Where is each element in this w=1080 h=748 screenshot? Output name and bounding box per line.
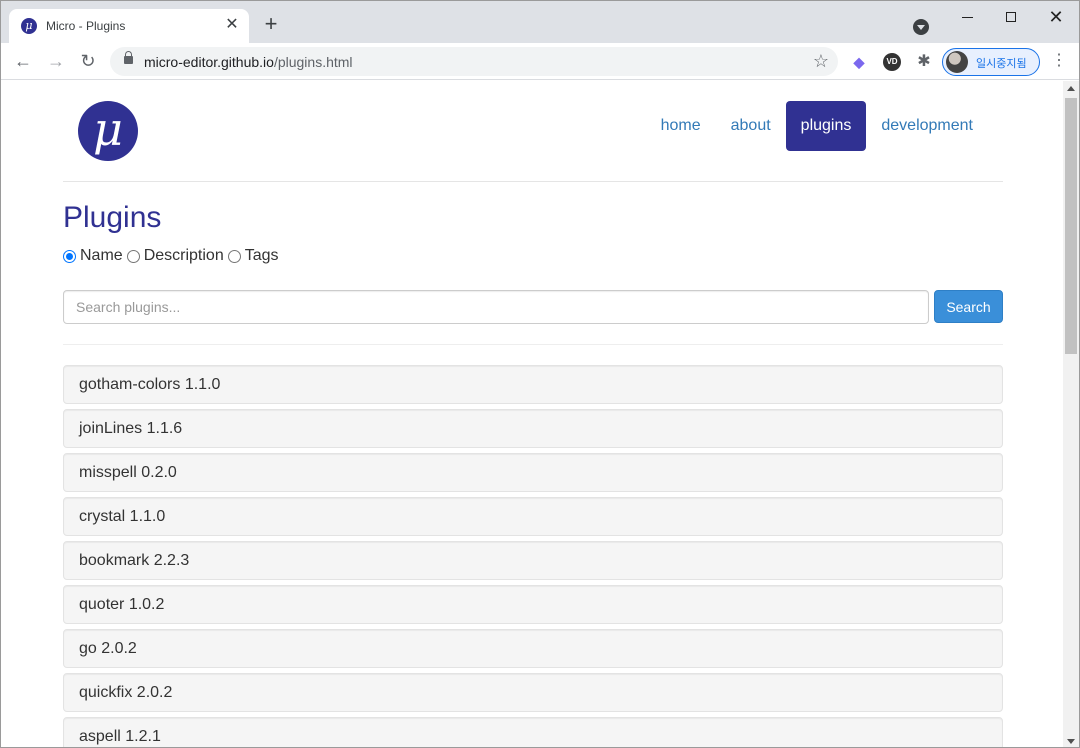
search-input[interactable] [63,290,929,324]
new-tab-icon[interactable]: + [261,13,281,35]
scroll-up-arrow-icon[interactable] [1067,86,1075,91]
page-viewport: μ home about plugins development Plugins… [1,81,1063,747]
tab-strip: μ Micro - Plugins ✕ + ✕ [1,1,1079,43]
browser-toolbar: ← → ↻ micro-editor.github.io/plugins.htm… [1,43,1079,80]
reload-icon[interactable]: ↻ [78,51,98,71]
address-bar[interactable]: micro-editor.github.io/plugins.html ☆ [110,47,838,76]
filter-tags-label[interactable]: Tags [245,247,279,265]
browser-menu-icon[interactable]: ⋮ [1051,51,1067,71]
browser-window: μ Micro - Plugins ✕ + ✕ ← → ↻ micro-edit… [0,0,1080,748]
extensions-puzzle-icon[interactable]: ✱ [915,53,933,71]
bookmark-star-icon[interactable]: ☆ [813,51,829,72]
search-filter-group: Name Description Tags [63,247,283,265]
scroll-down-arrow-icon[interactable] [1067,739,1075,744]
page-title: Plugins [63,201,162,234]
search-divider [63,344,1003,345]
plugin-item[interactable]: bookmark 2.2.3 [63,541,1003,580]
url-text[interactable]: micro-editor.github.io/plugins.html [144,54,353,70]
filter-name-radio[interactable] [63,249,76,263]
filter-tags-radio[interactable] [227,249,241,263]
page-scrollbar[interactable] [1063,81,1079,747]
plugin-item[interactable]: gotham-colors 1.1.0 [63,365,1003,404]
plugin-list: gotham-colors 1.1.0 joinLines 1.1.6 miss… [63,365,1003,747]
window-close-icon[interactable]: ✕ [1046,7,1066,27]
plugin-item[interactable]: quickfix 2.0.2 [63,673,1003,712]
tab-active[interactable]: μ Micro - Plugins ✕ [9,9,249,43]
maximize-icon[interactable] [1001,7,1021,27]
profile-button[interactable]: 일시중지됨 [942,48,1040,76]
lock-icon[interactable] [124,51,133,64]
plugin-item[interactable]: aspell 1.2.1 [63,717,1003,747]
nav-development[interactable]: development [866,101,988,151]
avatar [946,51,968,73]
search-button[interactable]: Search [934,290,1003,323]
micro-logo[interactable]: μ [78,101,138,161]
forward-arrow-icon[interactable]: → [46,51,66,71]
filter-description-label[interactable]: Description [144,247,224,265]
close-tab-icon[interactable]: ✕ [223,16,241,34]
plugin-item[interactable]: joinLines 1.1.6 [63,409,1003,448]
plugin-item[interactable]: go 2.0.2 [63,629,1003,668]
scrollbar-thumb[interactable] [1065,98,1077,354]
filter-description-radio[interactable] [126,249,140,263]
nav-plugins[interactable]: plugins [785,101,867,151]
tab-search-icon[interactable] [913,19,929,35]
back-arrow-icon[interactable]: ← [13,51,33,71]
nav-about[interactable]: about [716,101,786,151]
video-downloader-extension-icon[interactable]: VD [883,53,901,71]
site-nav: home about plugins development [646,101,988,151]
plugin-item[interactable]: misspell 0.2.0 [63,453,1003,492]
micro-favicon-icon: μ [21,18,37,34]
clickup-extension-icon[interactable]: ◆ [850,53,868,71]
tab-title: Micro - Plugins [46,19,126,33]
plugin-item[interactable]: crystal 1.1.0 [63,497,1003,536]
filter-name-label[interactable]: Name [80,247,123,265]
profile-status-label: 일시중지됨 [976,58,1027,70]
plugin-item[interactable]: quoter 1.0.2 [63,585,1003,624]
nav-home[interactable]: home [646,101,716,151]
minimize-icon[interactable] [957,7,977,27]
header-divider [63,181,1003,182]
